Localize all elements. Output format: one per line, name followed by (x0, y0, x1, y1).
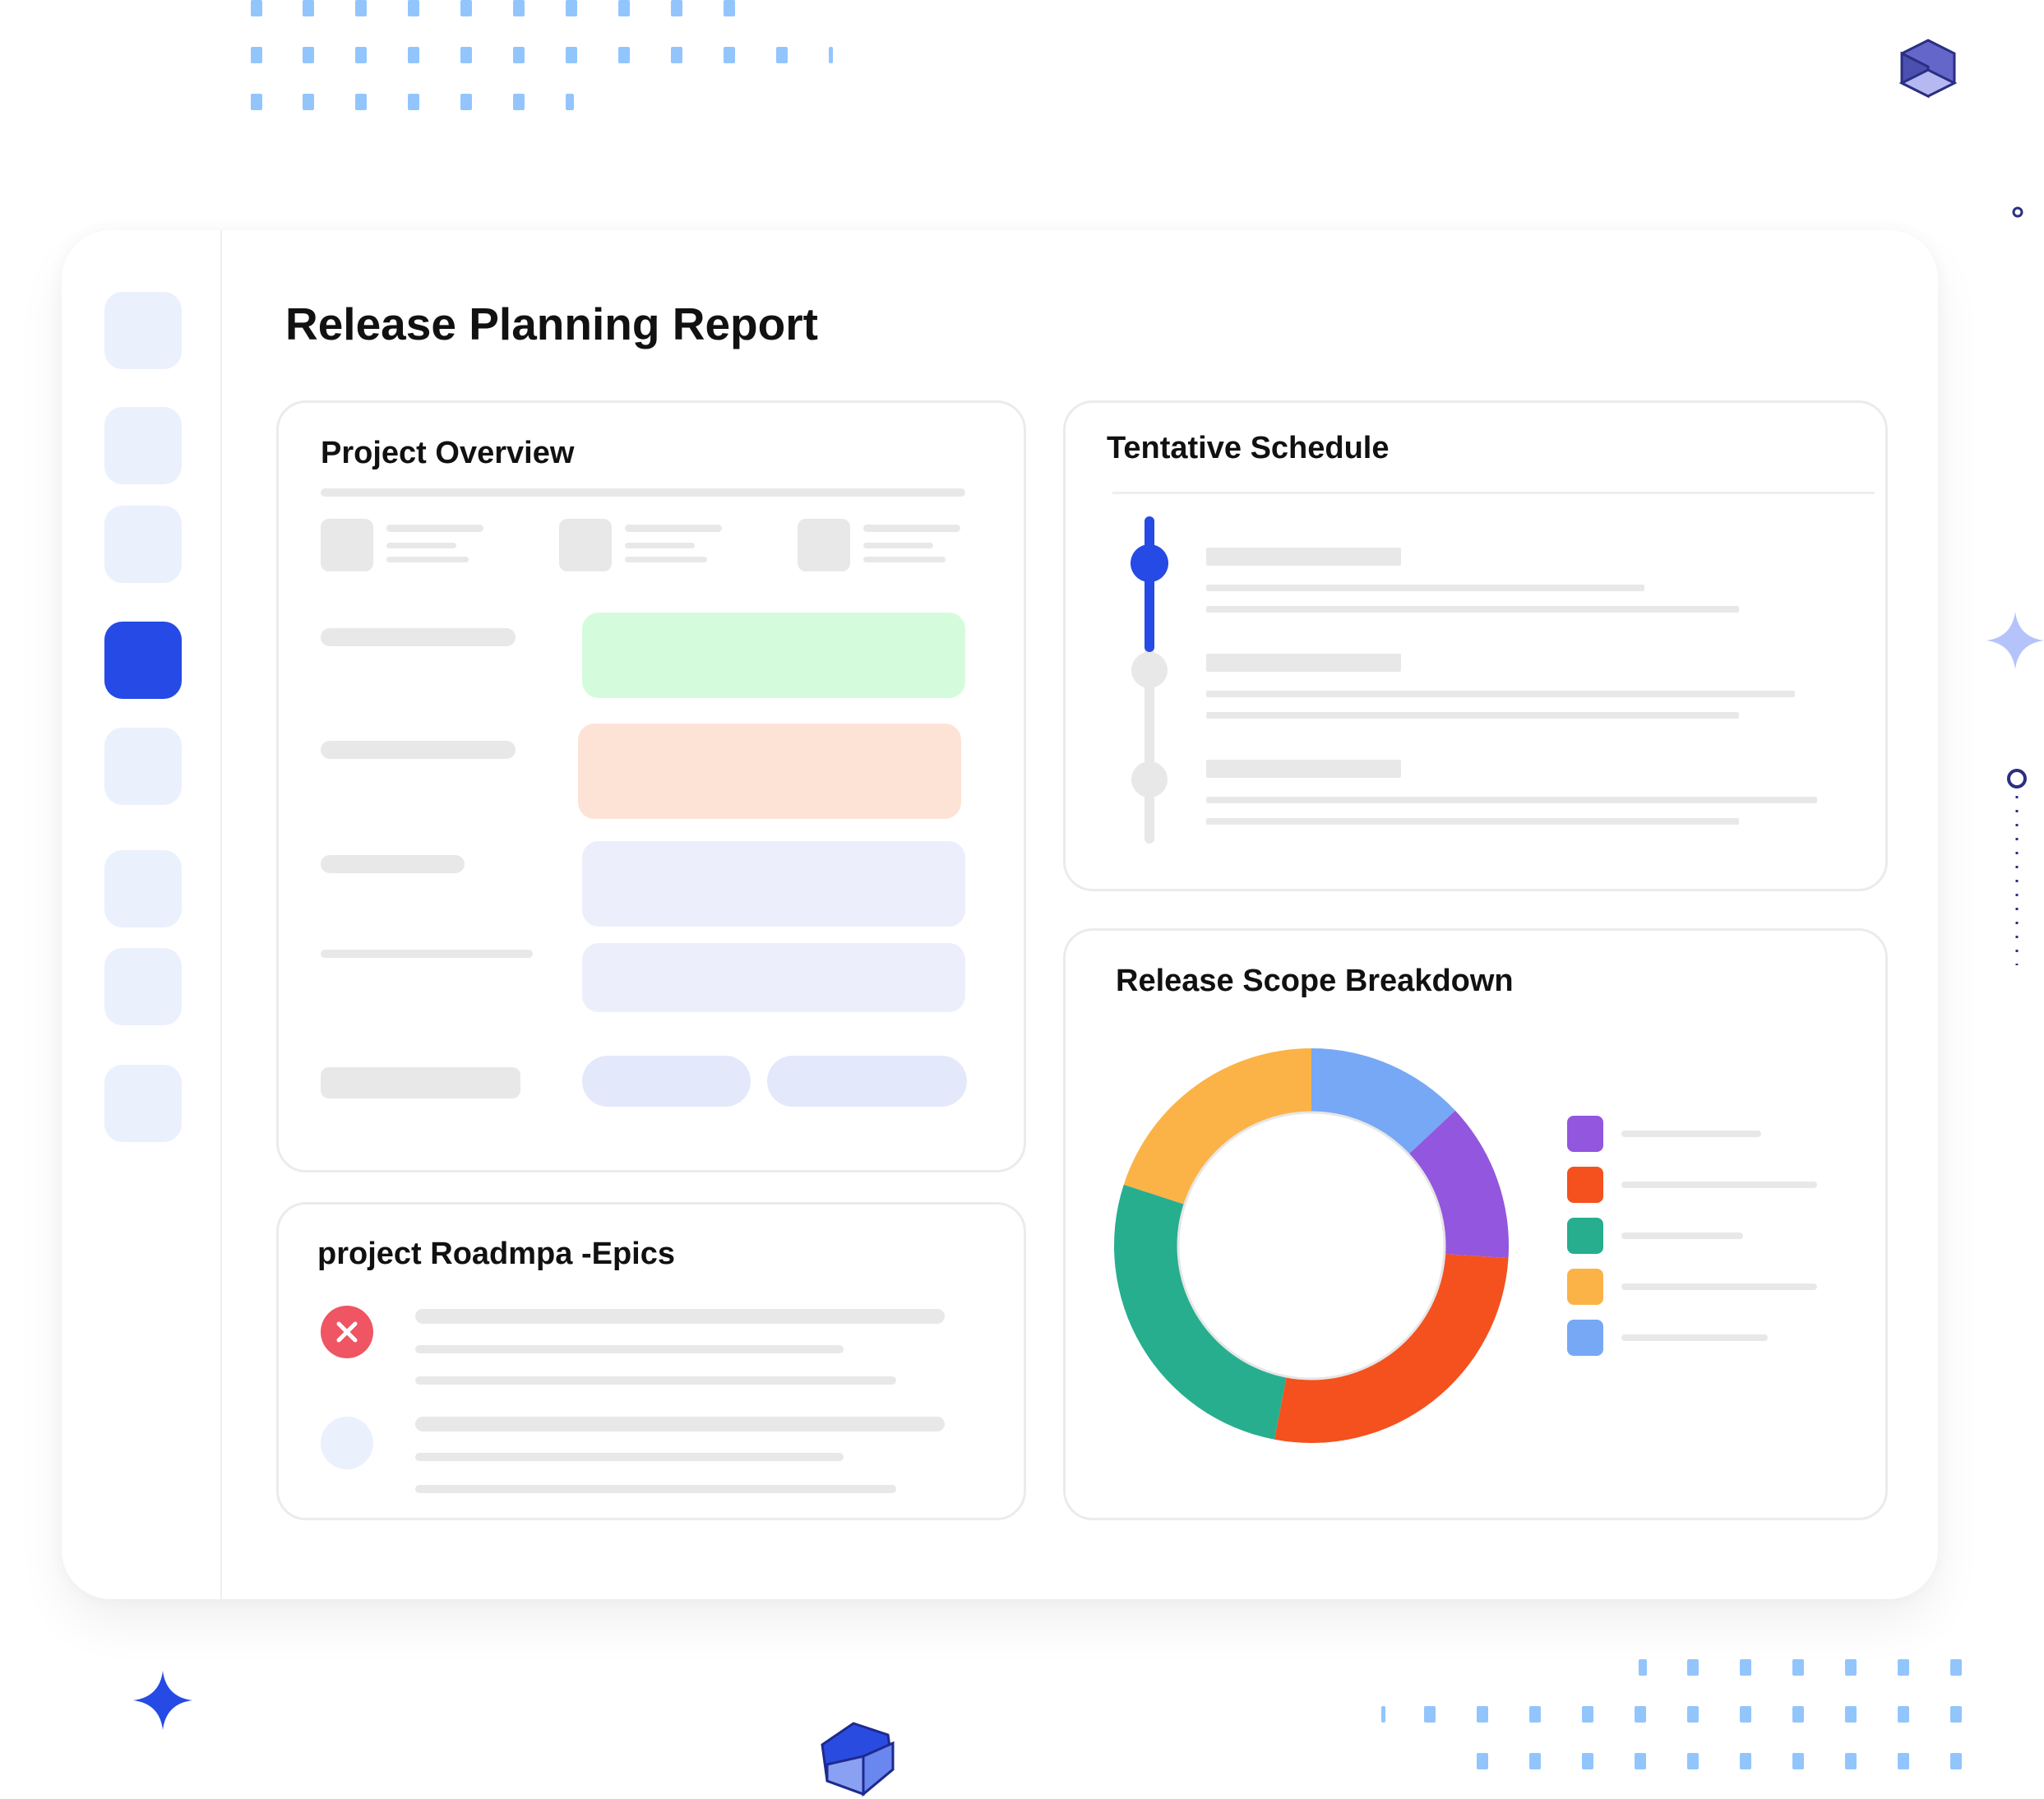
field-label-1 (321, 628, 516, 646)
field-label-5 (321, 1067, 520, 1098)
legend-label (1621, 1334, 1768, 1341)
schedule-item-line (1206, 818, 1739, 825)
roadmap-line (415, 1376, 896, 1385)
legend-label (1621, 1131, 1761, 1137)
legend-swatch (1567, 1167, 1603, 1203)
legend-label (1621, 1283, 1817, 1290)
timeline-node[interactable] (1131, 761, 1168, 798)
timeline-node[interactable] (1131, 652, 1168, 688)
roadmap-title: project Roadmpa -Epics (317, 1237, 675, 1271)
timeline-node-current[interactable] (1131, 544, 1168, 582)
sidebar-item-1[interactable] (104, 292, 182, 369)
overview-divider (321, 488, 965, 497)
status-field-green[interactable] (582, 613, 965, 698)
field-label-3 (321, 855, 465, 873)
sidebar-divider (220, 230, 222, 1599)
tentative-schedule-title: Tentative Schedule (1107, 431, 1390, 465)
schedule-item-title (1206, 760, 1401, 778)
legend-swatch (1567, 1116, 1603, 1152)
roadmap-line (415, 1309, 945, 1324)
close-icon[interactable] (321, 1306, 373, 1358)
cube-icon-bottom (821, 1722, 895, 1797)
schedule-divider (1112, 492, 1875, 494)
legend-swatch (1567, 1269, 1603, 1305)
field-label-4 (321, 950, 533, 958)
field-label-2 (321, 741, 516, 759)
empty-status-icon[interactable] (321, 1417, 373, 1469)
input-field-1[interactable] (582, 841, 965, 927)
action-pill-1[interactable] (582, 1056, 751, 1107)
legend-swatch (1567, 1320, 1603, 1356)
release-scope-title: Release Scope Breakdown (1116, 964, 1514, 998)
schedule-item-line (1206, 606, 1739, 613)
sparkle-icon-bottom-left (133, 1671, 192, 1730)
sidebar-item-7[interactable] (104, 948, 182, 1025)
roadmap-line (415, 1417, 945, 1431)
status-field-orange[interactable] (578, 724, 961, 819)
schedule-item-line (1206, 797, 1817, 803)
legend-label (1621, 1232, 1743, 1239)
ring-dotted-line-icon (2007, 769, 2027, 965)
sidebar-item-2[interactable] (104, 407, 182, 484)
small-ring-icon (2012, 206, 2023, 218)
project-overview-title: Project Overview (321, 436, 575, 470)
cube-icon (1898, 39, 1958, 99)
sidebar-item-5[interactable] (104, 728, 182, 805)
sidebar-item-active[interactable] (104, 622, 182, 699)
schedule-item-title (1206, 654, 1401, 672)
release-scope-donut-chart (1114, 1048, 1509, 1443)
schedule-item-line (1206, 691, 1795, 697)
schedule-item-line (1206, 712, 1739, 719)
sidebar-item-6[interactable] (104, 850, 182, 927)
legend-swatch (1567, 1218, 1603, 1254)
schedule-item-title (1206, 548, 1401, 566)
timeline-progress (1145, 516, 1154, 652)
sidebar-item-3[interactable] (104, 506, 182, 583)
schedule-item-line (1206, 585, 1644, 591)
legend-label (1621, 1182, 1817, 1188)
roadmap-line (415, 1345, 844, 1353)
sparkle-icon-right (1986, 612, 2044, 669)
sidebar-item-8[interactable] (104, 1065, 182, 1142)
action-pill-2[interactable] (767, 1056, 967, 1107)
roadmap-line (415, 1453, 844, 1461)
roadmap-line (415, 1485, 896, 1493)
donut-hole (1177, 1111, 1446, 1380)
input-field-2[interactable] (582, 943, 965, 1012)
page-title: Release Planning Report (285, 298, 818, 349)
